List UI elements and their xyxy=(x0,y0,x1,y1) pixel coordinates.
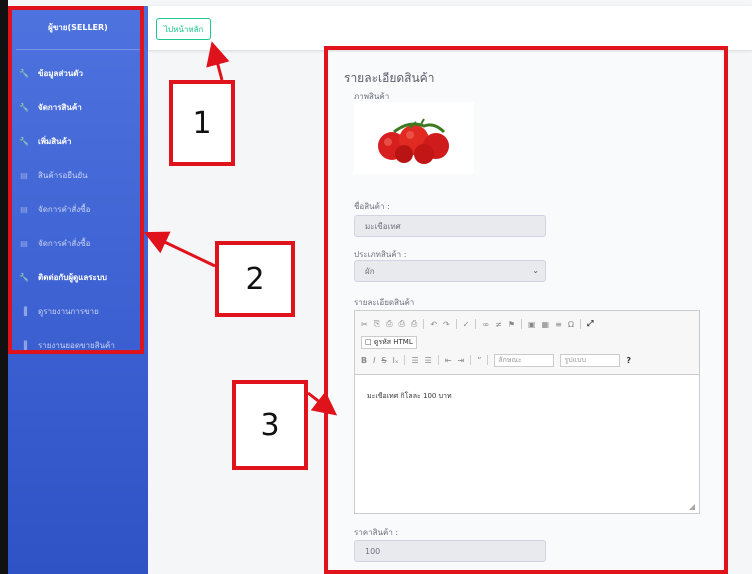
arrow-2 xyxy=(143,231,216,268)
home-button[interactable]: ไปหน้าหลัก xyxy=(156,18,212,40)
app-root: ผู้ขาย(SELLER) 🔧 ข้อมูลส่วนตัว 🔧 จัดการส… xyxy=(0,0,752,574)
annotation-number-3: 3 xyxy=(232,380,308,470)
arrow-1 xyxy=(206,41,230,81)
annotation-box-content xyxy=(324,46,728,574)
window-edge xyxy=(0,0,8,574)
annotation-box-sidebar xyxy=(8,6,144,354)
topbar: ไปหน้าหลัก xyxy=(148,6,752,50)
annotation-number-2: 2 xyxy=(215,241,295,317)
annotation-number-1: 1 xyxy=(169,80,235,166)
